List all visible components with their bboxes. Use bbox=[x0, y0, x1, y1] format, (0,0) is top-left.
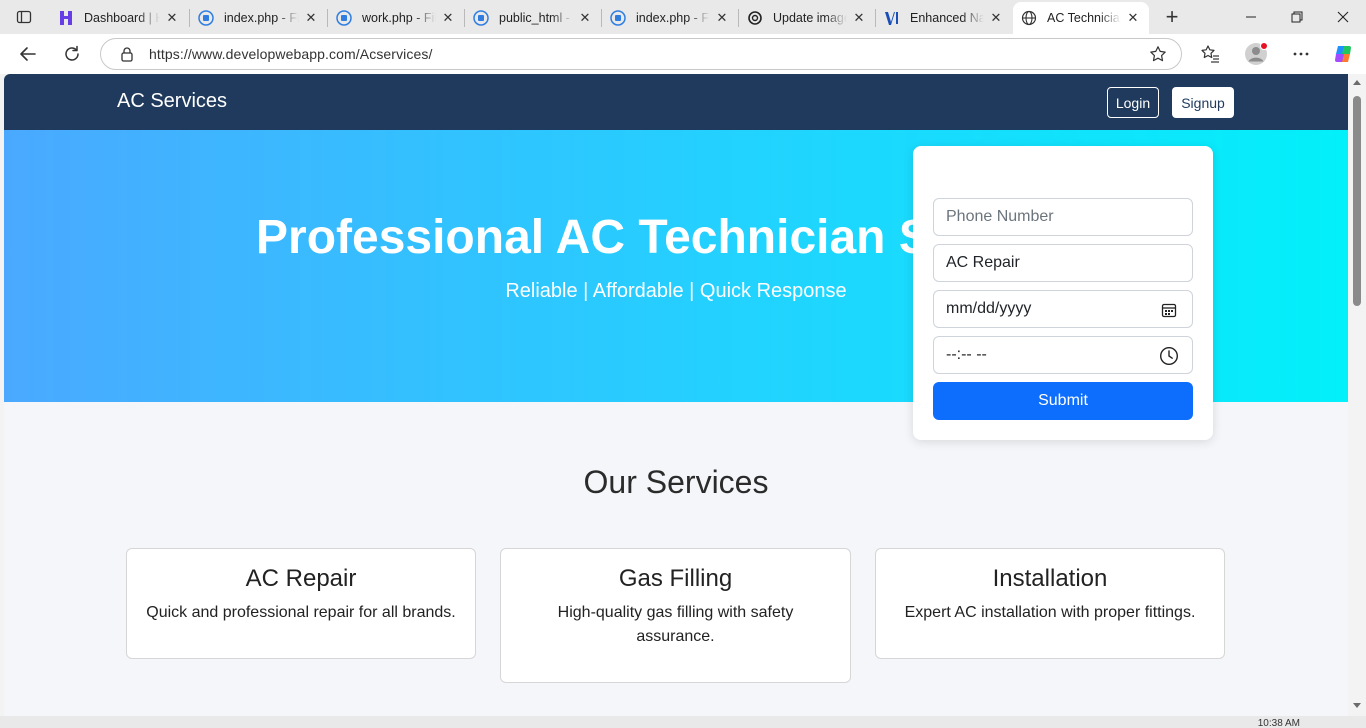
page-scrollbar[interactable] bbox=[1348, 74, 1366, 716]
services-heading: Our Services bbox=[583, 464, 769, 500]
favorites-icon[interactable] bbox=[1196, 40, 1224, 68]
taskbar-edge bbox=[0, 716, 1366, 728]
profile-avatar-icon[interactable] bbox=[1242, 40, 1270, 68]
chatgpt-icon bbox=[747, 10, 763, 26]
close-tab-icon[interactable]: ✕ bbox=[988, 10, 1004, 26]
taskbar-clock: 10:38 AM bbox=[1257, 718, 1300, 728]
close-tab-icon[interactable]: ✕ bbox=[577, 10, 593, 26]
refresh-icon[interactable] bbox=[58, 40, 86, 68]
browser-tab-strip: Dashboard | H ✕ index.php - Fil ✕ work.p… bbox=[0, 0, 1366, 34]
service-description: Quick and professional repair for all br… bbox=[146, 604, 456, 621]
scroll-up-arrow-icon[interactable] bbox=[1353, 80, 1361, 85]
service-title: Installation bbox=[992, 565, 1108, 592]
tab-title: public_html - bbox=[499, 11, 573, 25]
time-input-text: --:-- -- bbox=[946, 346, 987, 363]
service-description: High-quality gas filling with safety ass… bbox=[557, 604, 794, 645]
tab-actions-icon[interactable] bbox=[8, 4, 40, 30]
login-button[interactable]: Login bbox=[1107, 87, 1159, 118]
service-select[interactable]: AC Repair bbox=[933, 244, 1193, 282]
clock-icon[interactable] bbox=[1159, 346, 1179, 366]
browser-tab-7[interactable]: Enhanced Nav ✕ bbox=[876, 4, 1012, 32]
browser-tab-1[interactable]: Dashboard | H ✕ bbox=[50, 4, 188, 32]
tab-title: index.php - Fil bbox=[224, 11, 299, 25]
signup-button[interactable]: Signup bbox=[1172, 87, 1234, 118]
tab-title: Update image bbox=[773, 11, 847, 25]
service-card-gas-filling: Gas Filling High-quality gas filling wit… bbox=[500, 548, 851, 683]
browser-tab-active[interactable]: AC Technician ✕ bbox=[1013, 2, 1149, 34]
file-manager-icon bbox=[610, 10, 626, 26]
file-manager-icon bbox=[198, 10, 214, 26]
booking-form-card: Phone Number AC Repair mm/dd/yyyy --:-- … bbox=[913, 146, 1213, 440]
browser-tab-4[interactable]: public_html - ✕ bbox=[465, 4, 601, 32]
new-tab-icon[interactable]: + bbox=[1160, 4, 1184, 29]
service-description: Expert AC installation with proper fitti… bbox=[904, 604, 1196, 621]
close-window-icon[interactable] bbox=[1320, 0, 1366, 34]
service-title: AC Repair bbox=[245, 565, 357, 592]
file-manager-icon bbox=[336, 10, 352, 26]
calendar-icon[interactable] bbox=[1160, 301, 1178, 319]
date-input-text: mm/dd/yyyy bbox=[946, 300, 1032, 317]
close-tab-icon[interactable]: ✕ bbox=[714, 10, 730, 26]
file-manager-icon bbox=[473, 10, 489, 26]
back-arrow-icon[interactable] bbox=[14, 40, 42, 68]
service-title: Gas Filling bbox=[618, 565, 733, 592]
close-tab-icon[interactable]: ✕ bbox=[303, 10, 319, 26]
tab-title: AC Technician bbox=[1047, 11, 1121, 25]
minimize-icon[interactable] bbox=[1228, 0, 1274, 34]
globe-icon bbox=[1021, 10, 1037, 26]
service-card-ac-repair: AC Repair Quick and professional repair … bbox=[126, 548, 476, 659]
close-tab-icon[interactable]: ✕ bbox=[851, 10, 867, 26]
date-input[interactable]: mm/dd/yyyy bbox=[933, 290, 1193, 328]
copilot-icon[interactable] bbox=[1329, 40, 1357, 68]
tab-title: Enhanced Nav bbox=[910, 11, 984, 25]
url-text: https://www.developwebapp.com/Acservices… bbox=[149, 46, 433, 62]
phone-number-input[interactable]: Phone Number bbox=[933, 198, 1193, 236]
close-tab-icon[interactable]: ✕ bbox=[164, 10, 180, 26]
browser-tab-5[interactable]: index.php - Fil ✕ bbox=[602, 4, 738, 32]
brand-logo-text[interactable]: AC Services bbox=[117, 90, 227, 113]
site-navbar: AC Services Login Signup bbox=[4, 74, 1348, 130]
restore-icon[interactable] bbox=[1274, 0, 1320, 34]
close-tab-icon[interactable]: ✕ bbox=[440, 10, 456, 26]
favorite-star-icon[interactable] bbox=[1149, 45, 1167, 63]
browser-tab-3[interactable]: work.php - Fil ✕ bbox=[328, 4, 464, 32]
hostinger-icon bbox=[58, 10, 74, 26]
close-tab-icon[interactable]: ✕ bbox=[1125, 10, 1141, 26]
lock-icon[interactable] bbox=[119, 46, 135, 62]
browser-tab-6[interactable]: Update image ✕ bbox=[739, 4, 875, 32]
page-viewport: AC Services Login Signup Professional AC… bbox=[4, 74, 1348, 716]
more-options-icon[interactable] bbox=[1287, 40, 1315, 68]
v-logo-icon bbox=[884, 10, 900, 26]
tab-title: work.php - Fil bbox=[362, 11, 436, 25]
scroll-down-arrow-icon[interactable] bbox=[1353, 703, 1361, 708]
tab-title: index.php - Fil bbox=[636, 11, 710, 25]
time-input[interactable]: --:-- -- bbox=[933, 336, 1193, 374]
browser-toolbar: https://www.developwebapp.com/Acservices… bbox=[0, 34, 1366, 74]
tab-title: Dashboard | H bbox=[84, 11, 160, 25]
service-card-installation: Installation Expert AC installation with… bbox=[875, 548, 1225, 659]
address-bar[interactable]: https://www.developwebapp.com/Acservices… bbox=[100, 38, 1182, 70]
submit-button[interactable]: Submit bbox=[933, 382, 1193, 420]
browser-tab-2[interactable]: index.php - Fil ✕ bbox=[190, 4, 327, 32]
scrollbar-thumb[interactable] bbox=[1353, 96, 1361, 306]
